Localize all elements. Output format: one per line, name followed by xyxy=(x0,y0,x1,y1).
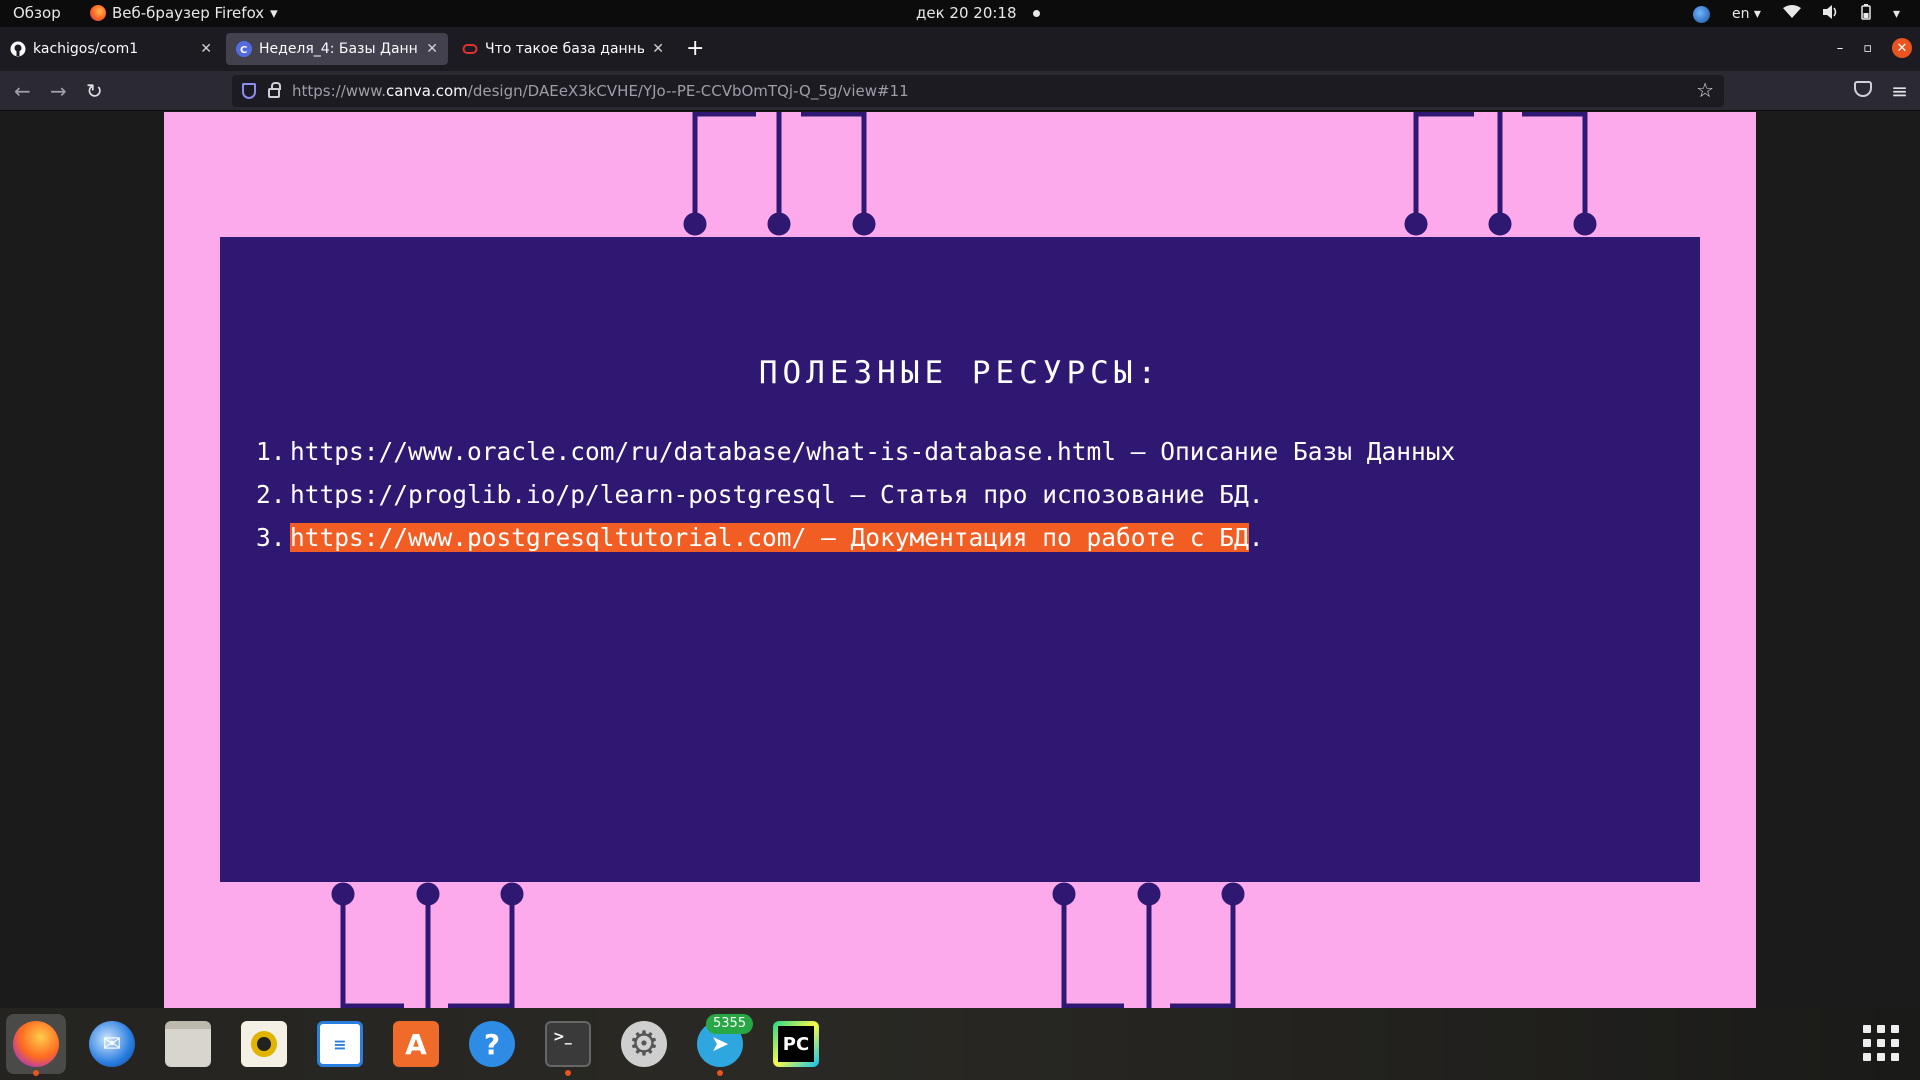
resources-list: 1. https://www.oracle.com/ru/database/wha… xyxy=(256,430,1455,559)
resource-link-text[interactable]: https://www.oracle.com/ru/database/what-… xyxy=(290,437,1455,466)
hamburger-menu-icon[interactable]: ≡ xyxy=(1891,79,1908,103)
tab-github[interactable]: kachigos/com1 ✕ xyxy=(0,33,222,65)
canva-icon: C xyxy=(236,41,252,57)
new-tab-button[interactable]: + xyxy=(686,36,704,61)
reload-button[interactable]: ↻ xyxy=(86,79,103,103)
keyboard-layout[interactable]: en ▾ xyxy=(1732,6,1761,22)
firefox-small-icon xyxy=(90,5,106,21)
app-menu[interactable]: Веб-браузер Firefox ▾ xyxy=(90,4,278,22)
bookmark-star-icon[interactable]: ☆ xyxy=(1696,78,1714,102)
slide-heading: ПОЛЕЗНЫЕ РЕСУРСЫ: xyxy=(758,355,1162,391)
thunderbird-icon[interactable]: ✉ xyxy=(82,1014,142,1074)
list-number: 3. xyxy=(256,523,286,552)
tab-oracle[interactable]: Что такое база данных | ✕ xyxy=(452,33,674,65)
terminal-icon[interactable]: >_ xyxy=(538,1014,598,1076)
pycharm-icon[interactable]: PC xyxy=(766,1014,826,1074)
software-icon[interactable]: A xyxy=(386,1014,446,1074)
back-button[interactable]: ← xyxy=(14,79,31,103)
app-menu-label: Веб-браузер Firefox xyxy=(112,4,265,22)
lock-icon[interactable] xyxy=(268,82,281,98)
ubuntu-dock: ✉ ≡ A ? >_ ⚙ ➤ PC xyxy=(0,1008,1920,1080)
datetime-label: дек 20 20:18 xyxy=(916,4,1017,22)
clock[interactable]: дек 20 20:18 xyxy=(916,4,1040,22)
tab-canva[interactable]: C Неделя_4: Базы Данных ✕ xyxy=(226,33,448,65)
url-bar[interactable]: https://www.canva.com/design/DAEeX3kCVHE… xyxy=(232,75,1724,107)
update-icon[interactable] xyxy=(1692,5,1710,23)
settings-icon[interactable]: ⚙ xyxy=(614,1014,674,1074)
minimize-button[interactable]: – xyxy=(1837,41,1844,56)
rhythmbox-icon[interactable] xyxy=(234,1014,294,1074)
presentation-slide: ПОЛЕЗНЫЕ РЕСУРСЫ: 1. https://www.oracle.c… xyxy=(164,112,1756,1008)
firefox-icon[interactable] xyxy=(6,1014,66,1076)
telegram-unread-badge: 5355 xyxy=(706,1014,754,1034)
help-icon[interactable]: ? xyxy=(462,1014,522,1074)
pocket-icon[interactable] xyxy=(1854,81,1872,97)
chevron-down-icon: ▾ xyxy=(270,4,278,22)
list-item: 3. https://www.postgresqltutorial.com/ – … xyxy=(256,516,1455,559)
running-indicator xyxy=(565,1070,571,1076)
list-item: 2. https://proglib.io/p/learn-postgresql … xyxy=(256,473,1455,516)
tab-title: kachigos/com1 xyxy=(33,41,139,57)
tab-title: Что такое база данных | xyxy=(485,41,645,57)
running-indicator xyxy=(717,1070,723,1076)
highlighted-selection[interactable]: https://www.postgresqltutorial.com/ – До… xyxy=(290,523,1249,552)
tab-title: Неделя_4: Базы Данных xyxy=(259,41,418,57)
resource-link-text: . xyxy=(1248,523,1264,552)
tab-strip: kachigos/com1 ✕ C Неделя_4: Базы Данных … xyxy=(0,27,1920,71)
system-tray[interactable]: en ▾ ▾ xyxy=(1692,4,1900,24)
volume-icon[interactable] xyxy=(1822,5,1839,23)
github-icon xyxy=(10,41,26,57)
list-number: 2. xyxy=(256,480,286,509)
close-icon[interactable]: ✕ xyxy=(200,41,212,57)
show-applications-icon[interactable] xyxy=(1863,1025,1899,1061)
oracle-icon xyxy=(462,41,478,57)
forward-button[interactable]: → xyxy=(50,79,67,103)
battery-icon[interactable] xyxy=(1861,4,1871,24)
list-item: 1. https://www.oracle.com/ru/database/wha… xyxy=(256,430,1455,473)
notification-dot-icon xyxy=(1032,9,1040,17)
window-close-button[interactable]: ✕ xyxy=(1892,38,1912,58)
resources-panel: ПОЛЕЗНЫЕ РЕСУРСЫ: 1. https://www.oracle.c… xyxy=(220,237,1700,882)
files-icon[interactable] xyxy=(158,1014,218,1074)
writer-icon[interactable]: ≡ xyxy=(310,1014,370,1074)
navigation-toolbar: ← → ↻ https://www.canva.com/design/DAEeX… xyxy=(0,71,1920,111)
close-icon[interactable]: ✕ xyxy=(426,41,438,57)
activities-button[interactable]: Обзор xyxy=(13,4,61,22)
list-number: 1. xyxy=(256,437,286,466)
system-top-bar: Обзор Веб-браузер Firefox ▾ дек 20 20:18… xyxy=(0,0,1920,27)
wifi-icon[interactable] xyxy=(1782,5,1801,23)
resource-link-text[interactable]: https://proglib.io/p/learn-postgresql – … xyxy=(290,480,1264,509)
restore-button[interactable]: ▫ xyxy=(1863,41,1872,56)
svg-text:C: C xyxy=(240,45,247,56)
page-content: ПОЛЕЗНЫЕ РЕСУРСЫ: 1. https://www.oracle.c… xyxy=(0,112,1920,1008)
tracking-protection-shield-icon[interactable] xyxy=(242,83,256,99)
running-indicator xyxy=(33,1070,39,1076)
system-menu-chevron-icon[interactable]: ▾ xyxy=(1893,6,1900,22)
url-text[interactable]: https://www.canva.com/design/DAEeX3kCVHE… xyxy=(292,82,909,100)
window-controls: – ▫ ✕ xyxy=(1837,38,1912,58)
close-icon[interactable]: ✕ xyxy=(652,41,664,57)
